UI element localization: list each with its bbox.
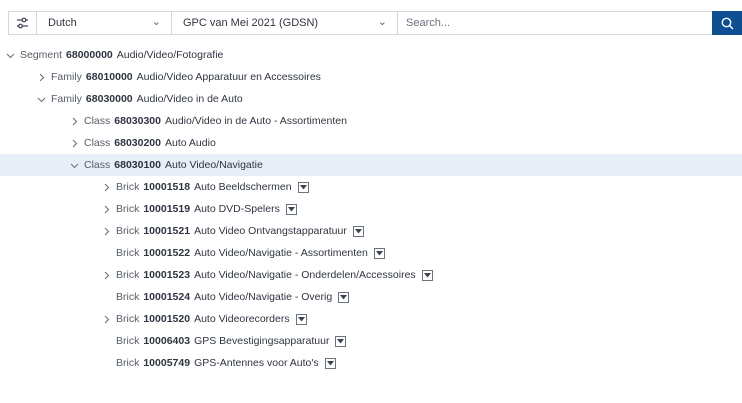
- dropdown-caret-icon[interactable]: [373, 247, 385, 259]
- dropdown-caret-icon[interactable]: [421, 269, 433, 281]
- dropdown-caret-icon[interactable]: [338, 291, 350, 303]
- filter-button[interactable]: [8, 11, 37, 35]
- node-code: 10006403: [143, 335, 191, 347]
- chevron-down-icon[interactable]: [5, 50, 16, 61]
- tree-row-brick[interactable]: Brick 10001520 Auto Videorecorders: [0, 308, 742, 330]
- chevron-right-icon[interactable]: [101, 204, 112, 215]
- chevron-down-icon: ⌄: [151, 16, 161, 28]
- node-code: 10001523: [143, 269, 191, 281]
- node-type-label: Class: [84, 115, 111, 127]
- node-code: 68000000: [66, 49, 113, 61]
- dropdown-caret-icon[interactable]: [352, 225, 364, 237]
- node-name: GPS-Antennes voor Auto's: [194, 357, 319, 369]
- chevron-right-icon[interactable]: [101, 226, 112, 237]
- node-name: Auto Videorecorders: [194, 313, 290, 325]
- node-type-label: Brick: [116, 269, 140, 281]
- node-type-label: Family: [51, 71, 82, 83]
- node-code: 68010000: [85, 71, 133, 83]
- toolbar: Dutch ⌄ GPC van Mei 2021 (GDSN) ⌄: [0, 0, 742, 40]
- node-name: Auto Video/Navigatie - Overig: [194, 291, 333, 303]
- node-type-label: Brick: [116, 357, 140, 369]
- dropdown-caret-icon[interactable]: [285, 203, 297, 215]
- node-type-label: Class: [84, 159, 111, 171]
- node-code: 68030300: [114, 115, 161, 127]
- dropdown-caret-icon[interactable]: [297, 181, 309, 193]
- node-type-label: Brick: [116, 225, 140, 237]
- dropdown-caret-icon[interactable]: [335, 335, 347, 347]
- search-button[interactable]: [712, 11, 742, 35]
- language-select[interactable]: Dutch ⌄: [36, 11, 172, 35]
- node-code: 68030000: [85, 93, 133, 105]
- node-name: Audio/Video/Fotografie: [116, 49, 224, 61]
- node-name: Auto DVD-Spelers: [194, 203, 280, 215]
- node-name: Auto Video/Navigatie - Assortimenten: [194, 247, 368, 259]
- chevron-down-icon: ⌄: [377, 16, 387, 28]
- node-code: 68030100: [114, 159, 161, 171]
- search-field: [397, 11, 713, 35]
- chevron-right-icon[interactable]: [69, 116, 80, 127]
- tree-row-family[interactable]: Family 68030000 Audio/Video in de Auto: [0, 88, 742, 110]
- node-code: 10001522: [143, 247, 191, 259]
- dropdown-caret-icon[interactable]: [295, 313, 307, 325]
- node-type-label: Brick: [116, 247, 140, 259]
- node-code: 10001518: [143, 181, 191, 193]
- node-type-label: Brick: [116, 335, 140, 347]
- node-code: 10001519: [143, 203, 191, 215]
- chevron-right-icon[interactable]: [101, 270, 112, 281]
- node-type-label: Family: [51, 93, 82, 105]
- node-type-label: Brick: [116, 203, 140, 215]
- node-name: Audio/Video in de Auto: [136, 93, 243, 105]
- tree-row-brick[interactable]: Brick 10005749 GPS-Antennes voor Auto's: [0, 352, 742, 374]
- tree-row-class[interactable]: Class 68030300 Audio/Video in de Auto - As…: [0, 110, 742, 132]
- sliders-icon: [17, 17, 28, 29]
- tree-row-family[interactable]: Family 68010000 Audio/Video Apparatuur en …: [0, 66, 742, 88]
- search-icon: [721, 17, 734, 30]
- chevron-right-icon[interactable]: [69, 138, 80, 149]
- chevron-right-icon[interactable]: [101, 314, 112, 325]
- tree-row-brick[interactable]: Brick 10001522 Auto Video/Navigatie - Asso…: [0, 242, 742, 264]
- language-value: Dutch: [48, 17, 77, 29]
- node-name: Audio/Video Apparatuur en Accessoires: [136, 71, 321, 83]
- tree-row-brick[interactable]: Brick 10001518 Auto Beeldschermen: [0, 176, 742, 198]
- tree-row-brick[interactable]: Brick 10001524 Auto Video/Navigatie - Over…: [0, 286, 742, 308]
- node-type-label: Brick: [116, 181, 140, 193]
- tree-row-brick[interactable]: Brick 10006403 GPS Bevestigingsapparatuur: [0, 330, 742, 352]
- dropdown-caret-icon[interactable]: [324, 357, 336, 369]
- chevron-right-icon[interactable]: [101, 182, 112, 193]
- node-name: Audio/Video in de Auto - Assortimenten: [164, 115, 347, 127]
- node-type-label: Brick: [116, 313, 140, 325]
- node-name: Auto Video/Navigatie: [164, 159, 263, 171]
- node-code: 10001521: [143, 225, 191, 237]
- search-input[interactable]: [406, 13, 696, 33]
- chevron-right-icon[interactable]: [36, 72, 47, 83]
- node-code: 68030200: [114, 137, 161, 149]
- tree-row-brick[interactable]: Brick 10001519 Auto DVD-Spelers: [0, 198, 742, 220]
- tree-row-class[interactable]: Class 68030100 Auto Video/Navigatie: [0, 154, 742, 176]
- node-name: Auto Video/Navigatie - Onderdelen/Access…: [194, 269, 416, 281]
- tree-row-segment[interactable]: Segment 68000000 Audio/Video/Fotografie: [0, 44, 742, 66]
- tree-row-class[interactable]: Class 68030200 Auto Audio: [0, 132, 742, 154]
- node-name: Auto Beeldschermen: [194, 181, 292, 193]
- chevron-down-icon[interactable]: [36, 94, 47, 105]
- tree-row-brick[interactable]: Brick 10001521 Auto Video Ontvangstapparat…: [0, 220, 742, 242]
- node-type-label: Brick: [116, 291, 140, 303]
- tree-row-brick[interactable]: Brick 10001523 Auto Video/Navigatie - Onde…: [0, 264, 742, 286]
- node-name: Auto Video Ontvangstapparatuur: [194, 225, 347, 237]
- node-name: Auto Audio: [164, 137, 216, 149]
- gpc-version-value: GPC van Mei 2021 (GDSN): [183, 17, 319, 29]
- node-type-label: Class: [84, 137, 111, 149]
- node-type-label: Segment: [20, 49, 63, 61]
- node-code: 10005749: [143, 357, 191, 369]
- gpc-version-select[interactable]: GPC van Mei 2021 (GDSN) ⌄: [171, 11, 398, 35]
- node-code: 10001520: [143, 313, 191, 325]
- node-code: 10001524: [143, 291, 191, 303]
- chevron-down-icon[interactable]: [69, 160, 80, 171]
- node-name: GPS Bevestigingsapparatuur: [194, 335, 330, 347]
